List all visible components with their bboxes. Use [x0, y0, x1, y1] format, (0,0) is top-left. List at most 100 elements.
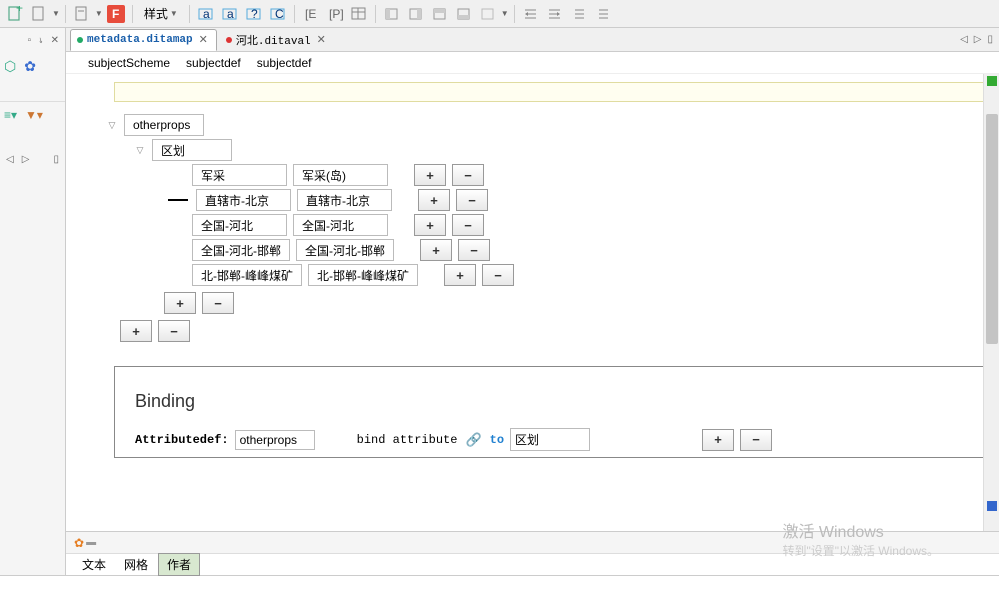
vertical-scrollbar[interactable]: [983, 74, 999, 531]
bracket-e-icon[interactable]: [E: [300, 3, 322, 25]
close-icon[interactable]: ✕: [315, 33, 328, 46]
gear-icon[interactable]: ✿: [74, 536, 84, 550]
tab-list-icon[interactable]: ▯: [985, 34, 995, 45]
editor-content[interactable]: ▽ otherprops ▽ 区划 军采军采(岛)+−直辖市-北京直辖市-北京+…: [66, 74, 999, 531]
remove-button[interactable]: −: [158, 320, 190, 342]
row-bottom-icon[interactable]: [453, 3, 475, 25]
breadcrumb: subjectScheme subjectdef subjectdef: [66, 52, 999, 74]
svg-text:?: ?: [251, 7, 258, 21]
subject-label-field[interactable]: 军采(岛): [293, 164, 388, 186]
view-tab-author[interactable]: 作者: [158, 553, 200, 576]
attributedef-label: Attributedef:: [135, 433, 229, 447]
add-button[interactable]: +: [414, 164, 446, 186]
col-left-icon[interactable]: [381, 3, 403, 25]
subject-field[interactable]: otherprops: [124, 114, 204, 136]
subject-label-field[interactable]: 直辖市-北京: [297, 189, 392, 211]
style-dropdown[interactable]: 样式▼: [138, 3, 184, 24]
tag-q-icon[interactable]: ?: [243, 3, 265, 25]
subject-key-field[interactable]: 全国-河北: [192, 214, 287, 236]
close-icon[interactable]: ✕: [197, 33, 210, 46]
attributedef-value[interactable]: otherprops: [235, 430, 315, 450]
add-button[interactable]: +: [444, 264, 476, 286]
doc-icon[interactable]: [28, 3, 50, 25]
remove-button[interactable]: −: [452, 214, 484, 236]
nav-left-icon[interactable]: ◁: [4, 154, 16, 165]
to-label: to: [490, 433, 504, 447]
f-badge-icon[interactable]: F: [105, 3, 127, 25]
validation-ok-icon: [987, 76, 997, 86]
close-icon[interactable]: ✕: [49, 35, 61, 46]
tab-hebei[interactable]: 河北.ditaval ✕: [219, 29, 335, 51]
tree-icon[interactable]: ⬡: [4, 58, 16, 75]
add-button[interactable]: +: [414, 214, 446, 236]
collapse-icon[interactable]: ▽: [134, 144, 146, 156]
status-bar: [0, 575, 999, 595]
add-button[interactable]: +: [418, 189, 450, 211]
link-icon: 🔗: [465, 432, 481, 448]
remove-button[interactable]: −: [452, 164, 484, 186]
view-tab-grid[interactable]: 网格: [116, 554, 156, 575]
subject-label-field[interactable]: 全国-河北: [293, 214, 388, 236]
add-button[interactable]: +: [164, 292, 196, 314]
table-icon[interactable]: [348, 3, 370, 25]
list2-icon[interactable]: [592, 3, 614, 25]
dropdown-icon[interactable]: ▼: [52, 9, 60, 18]
subject-key-field[interactable]: 军采: [192, 164, 287, 186]
pin-icon[interactable]: ⭏: [37, 35, 44, 46]
tag-a2-icon[interactable]: a: [219, 3, 241, 25]
indent-left-icon[interactable]: [520, 3, 542, 25]
doc2-icon[interactable]: [71, 3, 93, 25]
scroll-thumb[interactable]: [986, 114, 998, 344]
remove-button[interactable]: −: [482, 264, 514, 286]
remove-button[interactable]: −: [740, 429, 772, 451]
view-tab-text[interactable]: 文本: [74, 554, 114, 575]
subject-label-field[interactable]: 全国-河北-邯郸: [296, 239, 394, 261]
tag-a-icon[interactable]: a: [195, 3, 217, 25]
col-right-icon[interactable]: [405, 3, 427, 25]
bracket-p-icon[interactable]: [P]: [324, 3, 346, 25]
subject-label-field[interactable]: 北-邯郸-峰峰煤矿: [308, 264, 418, 286]
filter-icon[interactable]: ▼▾: [25, 108, 43, 122]
remove-button[interactable]: −: [202, 292, 234, 314]
minimize-icon[interactable]: ▫: [26, 35, 34, 46]
outline-icon[interactable]: ≡▾: [4, 108, 17, 122]
modified-dot-icon: [226, 37, 232, 43]
dropdown-icon[interactable]: ▼: [501, 9, 509, 18]
marker-icon: [987, 501, 997, 511]
gear-icon[interactable]: ✿: [24, 58, 36, 75]
nav-right-icon[interactable]: ▷: [20, 154, 32, 165]
binding-panel: Binding Attributedef: otherprops bind at…: [114, 366, 991, 458]
tag-c-icon[interactable]: C: [267, 3, 289, 25]
collapse-icon[interactable]: ▽: [106, 119, 118, 131]
tab-metadata[interactable]: metadata.ditamap ✕: [70, 29, 217, 51]
subject-key-field[interactable]: 全国-河北-邯郸: [192, 239, 290, 261]
breadcrumb-item[interactable]: subjectScheme: [82, 55, 176, 71]
new-doc-icon[interactable]: +: [4, 3, 26, 25]
info-banner: [114, 82, 991, 102]
binding-title: Binding: [135, 391, 970, 412]
list-icon[interactable]: [568, 3, 590, 25]
subject-key-field[interactable]: 直辖市-北京: [196, 189, 291, 211]
subject-key-field[interactable]: 北-邯郸-峰峰煤矿: [192, 264, 302, 286]
nav-menu-icon[interactable]: ▯: [51, 154, 61, 165]
delete-cell-icon[interactable]: [477, 3, 499, 25]
tab-prev-icon[interactable]: ◁: [958, 34, 970, 45]
remove-button[interactable]: −: [458, 239, 490, 261]
add-button[interactable]: +: [420, 239, 452, 261]
row-top-icon[interactable]: [429, 3, 451, 25]
dropdown-icon[interactable]: ▼: [95, 9, 103, 18]
menu-icon[interactable]: ▬: [86, 537, 96, 548]
svg-text:+: +: [16, 6, 23, 15]
insertion-marker-icon: [168, 199, 188, 201]
breadcrumb-item[interactable]: subjectdef: [180, 55, 247, 71]
subject-field[interactable]: 区划: [152, 139, 232, 161]
tab-next-icon[interactable]: ▷: [972, 34, 984, 45]
breadcrumb-item[interactable]: subjectdef: [251, 55, 318, 71]
remove-button[interactable]: −: [456, 189, 488, 211]
add-button[interactable]: +: [702, 429, 734, 451]
bind-target[interactable]: 区划: [510, 428, 590, 451]
main-toolbar: + ▼ ▼ F 样式▼ a a ? C [E [P] ▼: [0, 0, 999, 28]
svg-text:C: C: [275, 7, 284, 21]
add-button[interactable]: +: [120, 320, 152, 342]
indent-right-icon[interactable]: [544, 3, 566, 25]
